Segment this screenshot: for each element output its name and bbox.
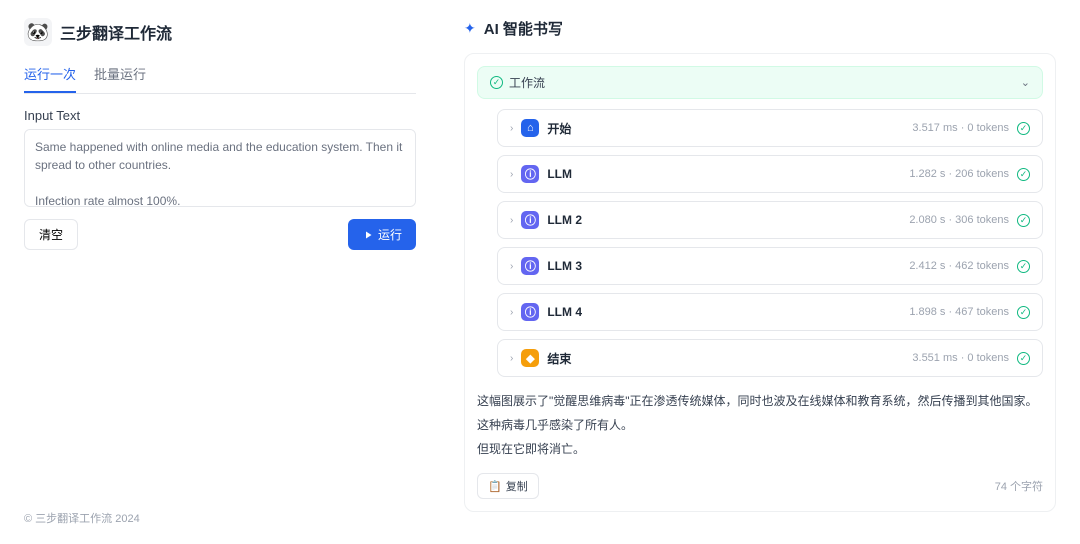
- chevron-right-icon: ›: [510, 353, 513, 364]
- chevron-right-icon: ›: [510, 123, 513, 134]
- run-button-label: 运行: [378, 226, 402, 243]
- run-button[interactable]: 运行: [348, 219, 416, 250]
- chevron-right-icon: ›: [510, 169, 513, 180]
- workflow-step[interactable]: › ⓘ LLM 2 2.080 s · 306 tokens ✓: [497, 201, 1043, 239]
- step-label: LLM 3: [547, 259, 901, 273]
- tab-batch-run[interactable]: 批量运行: [94, 64, 146, 93]
- end-icon: ◆: [521, 349, 539, 367]
- chevron-right-icon: ›: [510, 215, 513, 226]
- llm-icon: ⓘ: [521, 165, 539, 183]
- llm-icon: ⓘ: [521, 257, 539, 275]
- check-icon: ✓: [1017, 260, 1030, 273]
- step-meta: 2.412 s · 462 tokens: [909, 260, 1009, 272]
- tab-run-once[interactable]: 运行一次: [24, 64, 76, 93]
- workflow-title: 工作流: [509, 74, 1015, 91]
- workflow-header[interactable]: ✓ 工作流 ⌄: [477, 66, 1043, 99]
- app-title: 三步翻译工作流: [60, 20, 172, 44]
- output-text: 这幅图展示了"觉醒思维病毒"正在渗透传统媒体，同时也波及在线媒体和教育系统，然后…: [477, 389, 1043, 461]
- input-label: Input Text: [24, 108, 416, 123]
- chevron-down-icon: ⌄: [1021, 76, 1030, 89]
- workflow-step[interactable]: › ⓘ LLM 3 2.412 s · 462 tokens ✓: [497, 247, 1043, 285]
- step-label: 开始: [547, 120, 904, 137]
- right-title: AI 智能书写: [484, 18, 563, 39]
- copy-label: 复制: [506, 478, 528, 494]
- step-meta: 3.551 ms · 0 tokens: [912, 352, 1009, 364]
- input-text[interactable]: [24, 129, 416, 207]
- check-icon: ✓: [1017, 306, 1030, 319]
- chevron-right-icon: ›: [510, 307, 513, 318]
- app-icon: 🐼: [24, 18, 52, 46]
- clipboard-icon: 📋: [488, 480, 502, 493]
- check-icon: ✓: [490, 76, 503, 89]
- workflow-step[interactable]: › ⌂ 开始 3.517 ms · 0 tokens ✓: [497, 109, 1043, 147]
- check-icon: ✓: [1017, 168, 1030, 181]
- step-label: LLM: [547, 167, 901, 181]
- step-label: LLM 4: [547, 305, 901, 319]
- workflow-step[interactable]: › ◆ 结束 3.551 ms · 0 tokens ✓: [497, 339, 1043, 377]
- char-count: 74 个字符: [995, 478, 1043, 494]
- chevron-right-icon: ›: [510, 261, 513, 272]
- check-icon: ✓: [1017, 214, 1030, 227]
- output-line: 这幅图展示了"觉醒思维病毒"正在渗透传统媒体，同时也波及在线媒体和教育系统，然后…: [477, 389, 1043, 413]
- workflow-step[interactable]: › ⓘ LLM 4 1.898 s · 467 tokens ✓: [497, 293, 1043, 331]
- llm-icon: ⓘ: [521, 303, 539, 321]
- check-icon: ✓: [1017, 352, 1030, 365]
- step-label: LLM 2: [547, 213, 901, 227]
- workflow-step[interactable]: › ⓘ LLM 1.282 s · 206 tokens ✓: [497, 155, 1043, 193]
- home-icon: ⌂: [521, 119, 539, 137]
- step-meta: 3.517 ms · 0 tokens: [912, 122, 1009, 134]
- footer-text: © 三步翻译工作流 2024: [24, 510, 416, 526]
- copy-button[interactable]: 📋 复制: [477, 473, 539, 499]
- output-line: 但现在它即将消亡。: [477, 437, 1043, 461]
- llm-icon: ⓘ: [521, 211, 539, 229]
- step-meta: 2.080 s · 306 tokens: [909, 214, 1009, 226]
- step-meta: 1.898 s · 467 tokens: [909, 306, 1009, 318]
- step-meta: 1.282 s · 206 tokens: [909, 168, 1009, 180]
- play-icon: [362, 229, 374, 241]
- clear-button[interactable]: 清空: [24, 219, 78, 250]
- output-line: 这种病毒几乎感染了所有人。: [477, 413, 1043, 437]
- step-label: 结束: [547, 350, 904, 367]
- sparkle-icon: ✦: [464, 20, 476, 37]
- check-icon: ✓: [1017, 122, 1030, 135]
